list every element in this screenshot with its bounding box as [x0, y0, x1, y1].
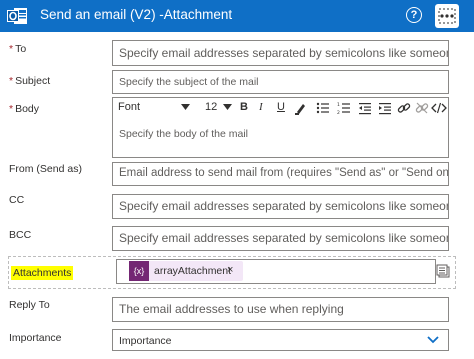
body-placeholder: Specify the body of the mail: [119, 128, 248, 140]
reply-to-label: Reply To: [9, 299, 50, 311]
importance-value: Importance: [119, 335, 172, 347]
chevron-down-icon[interactable]: [181, 104, 190, 110]
from-placeholder: Email address to send mail from (require…: [119, 167, 449, 179]
numbered-list-icon[interactable]: 12: [337, 101, 351, 115]
font-size-select[interactable]: 12: [205, 101, 217, 113]
bcc-label: BCC: [9, 229, 32, 241]
remove-token-icon[interactable]: ×: [227, 264, 233, 276]
svg-text:2: 2: [337, 110, 340, 115]
attachments-label: Attachments: [11, 266, 74, 280]
body-editor[interactable]: Specify the body of the mail: [112, 118, 449, 158]
bullet-list-icon[interactable]: [316, 101, 330, 115]
underline-button[interactable]: U: [277, 101, 285, 113]
action-header[interactable]: Send an email (V2) -Attachment ?: [0, 0, 474, 32]
to-field[interactable]: Specify email addresses separated by sem…: [112, 40, 449, 66]
increase-indent-icon[interactable]: [378, 101, 392, 115]
chevron-down-icon: [427, 335, 439, 347]
importance-select[interactable]: Importance: [112, 329, 449, 351]
from-field[interactable]: Email address to send mail from (require…: [112, 162, 449, 186]
unlink-icon[interactable]: [415, 101, 429, 115]
outlook-icon: [6, 5, 28, 27]
reply-to-field[interactable]: The email addresses to use when replying: [112, 297, 449, 322]
cc-label: CC: [9, 194, 25, 206]
switch-to-array-icon[interactable]: [436, 264, 450, 283]
subject-label: * Subject: [9, 75, 51, 87]
italic-button[interactable]: I: [259, 101, 263, 113]
action-title: Send an email (V2) -Attachment: [40, 7, 233, 22]
cc-placeholder: Specify email addresses separated by sem…: [119, 199, 448, 213]
cc-field[interactable]: Specify email addresses separated by sem…: [112, 194, 449, 219]
more-options-icon[interactable]: [435, 4, 459, 28]
rich-text-toolbar: Font 12 B I U 12: [112, 97, 449, 119]
subject-field[interactable]: Specify the subject of the mail: [112, 70, 449, 94]
from-label: From (Send as): [9, 163, 82, 175]
help-icon[interactable]: ?: [406, 7, 422, 23]
code-view-icon[interactable]: [431, 101, 447, 115]
font-select[interactable]: Font: [118, 101, 140, 113]
chevron-down-icon[interactable]: [223, 104, 232, 110]
dynamic-content-token[interactable]: {x} arrayAttachment ×: [129, 261, 243, 281]
body-label: * Body: [9, 103, 40, 115]
token-label: arrayAttachment: [154, 265, 232, 277]
subject-placeholder: Specify the subject of the mail: [119, 76, 259, 88]
bcc-field[interactable]: Specify email addresses separated by sem…: [112, 226, 449, 251]
highlight-icon[interactable]: [294, 101, 308, 115]
svg-text:1: 1: [337, 102, 340, 108]
reply-to-placeholder: The email addresses to use when replying: [119, 302, 344, 316]
decrease-indent-icon[interactable]: [358, 101, 372, 115]
link-icon[interactable]: [397, 101, 411, 115]
bold-button[interactable]: B: [240, 101, 248, 113]
to-label: * To: [9, 43, 27, 55]
importance-label: Importance: [9, 332, 62, 344]
to-placeholder: Specify email addresses separated by sem…: [119, 46, 448, 60]
bcc-placeholder: Specify email addresses separated by sem…: [119, 231, 448, 245]
expression-icon: {x}: [129, 261, 149, 281]
